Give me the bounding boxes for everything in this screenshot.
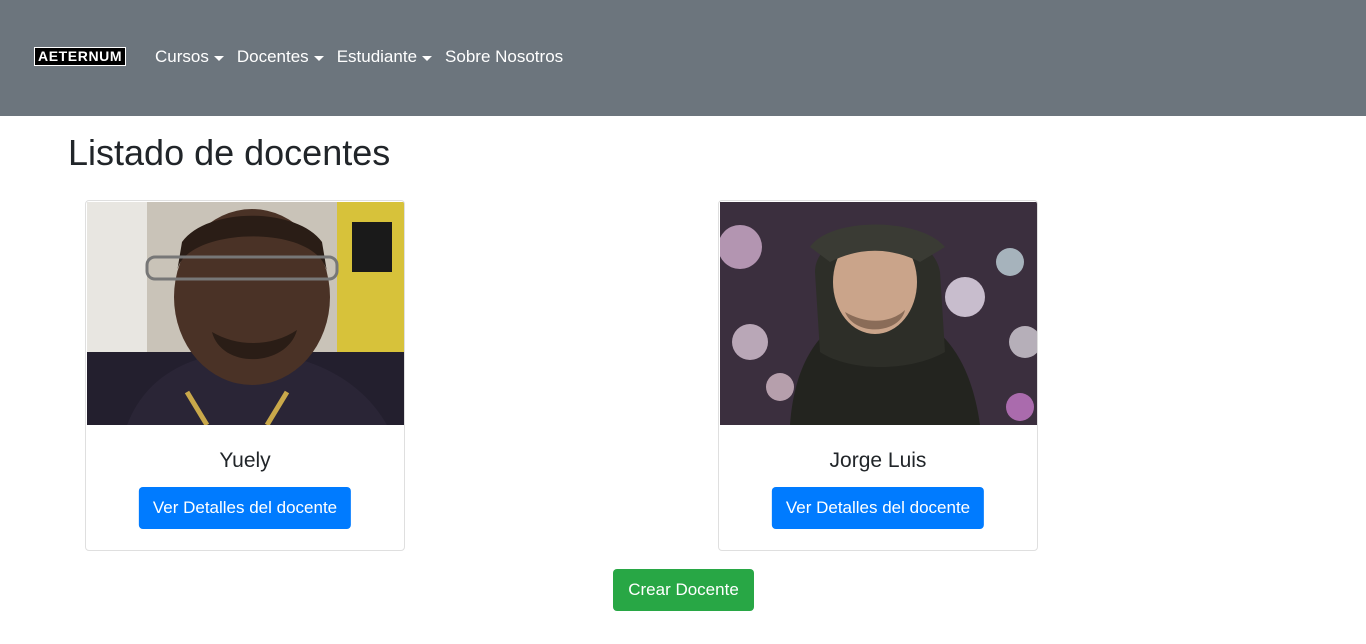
teacher-photo [720,202,1037,425]
chevron-down-icon [313,55,324,61]
nav-item-label: Sobre Nosotros [445,47,564,66]
teacher-card: Yuely Ver Detalles del docente [85,200,405,551]
nav-item-label: Docentes [236,47,309,66]
teacher-name: Jorge Luis [829,449,927,472]
teacher-name: Yuely [219,449,271,472]
teacher-card: Jorge Luis Ver Detalles del docente [718,200,1038,551]
create-teacher-button[interactable]: Crear Docente [613,569,754,611]
chevron-down-icon [213,55,224,61]
view-teacher-details-button[interactable]: Ver Detalles del docente [771,487,985,529]
brand-logo[interactable]: AETERNUM [34,47,127,66]
nav-item-cursos[interactable]: Cursos [155,46,224,68]
nav-item-docentes[interactable]: Docentes [237,46,324,68]
teacher-photo [87,202,404,425]
nav-item-sobre-nosotros[interactable]: Sobre Nosotros [445,46,563,68]
nav-item-estudiante[interactable]: Estudiante [336,46,433,68]
nav-item-label: Cursos [155,47,209,66]
nav-item-label: Estudiante [336,47,418,66]
page-title: Listado de docentes [68,132,391,173]
view-teacher-details-button[interactable]: Ver Detalles del docente [138,487,352,529]
top-navbar: AETERNUM Cursos Docentes Estudiante Sobr… [0,0,1366,116]
nav-menu: Cursos Docentes Estudiante Sobre Nosotro… [155,46,576,68]
chevron-down-icon [422,55,433,61]
